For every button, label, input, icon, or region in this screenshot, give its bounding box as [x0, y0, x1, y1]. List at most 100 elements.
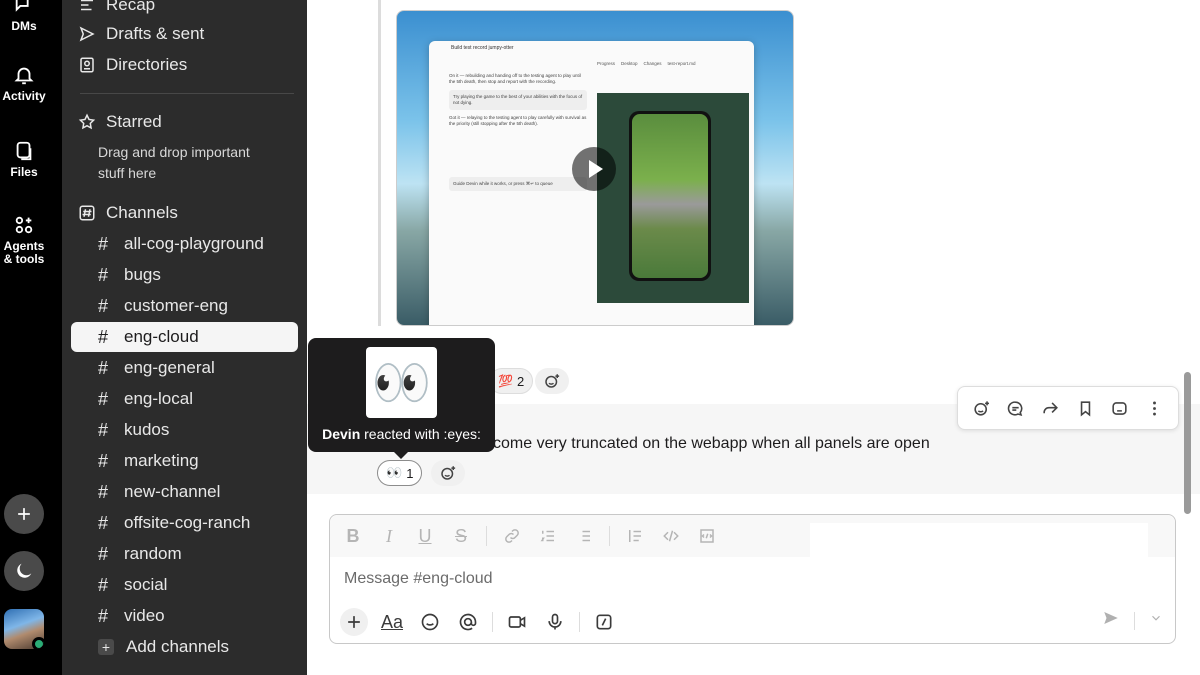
starred-hint: Drag and drop important stuff here — [98, 144, 250, 181]
blockquote-button[interactable] — [624, 525, 646, 547]
tooltip-action: reacted with :eyes: — [360, 426, 481, 442]
message-composer[interactable]: B I U S Message #eng-cloud Aa — [329, 514, 1176, 644]
strikethrough-button[interactable]: S — [450, 525, 472, 547]
format-toggle-button[interactable]: Aa — [378, 608, 406, 636]
save-action[interactable] — [1072, 395, 1098, 421]
link-button[interactable] — [501, 525, 523, 547]
sidebar-item-channel[interactable]: # social — [98, 570, 299, 600]
sidebar-item-channel[interactable]: # random — [98, 539, 299, 569]
channel-name: marketing — [124, 451, 199, 470]
channel-name: eng-general — [124, 358, 215, 377]
sidebar-item-channel[interactable]: # offsite-cog-ranch — [98, 508, 299, 538]
hash-icon: # — [98, 450, 109, 471]
scrollbar[interactable] — [1184, 372, 1191, 514]
sidebar-item-directories[interactable]: Directories — [78, 50, 299, 80]
shortcuts-button[interactable] — [590, 608, 618, 636]
sidebar-item-channel[interactable]: # bugs — [98, 260, 299, 290]
toolbar-separator — [579, 612, 580, 632]
create-new-button[interactable] — [4, 494, 44, 534]
add-emoji-icon — [441, 466, 456, 480]
play-button[interactable] — [572, 147, 616, 191]
sidebar-item-channel[interactable]: # eng-general — [98, 353, 299, 383]
add-reaction-button[interactable] — [535, 368, 569, 394]
italic-button[interactable]: I — [378, 525, 400, 547]
sidebar-item-channel[interactable]: # all-cog-playground — [98, 229, 299, 259]
code-block-icon — [700, 529, 714, 543]
rail-agents[interactable]: Agents & tools — [0, 214, 48, 266]
sidebar-section-channels[interactable]: Channels — [78, 198, 299, 228]
hash-icon: # — [98, 419, 109, 440]
formatting-toolbar: B I U S — [330, 515, 810, 557]
sidebar-item-channel[interactable]: # customer-eng — [98, 291, 299, 321]
send-icon — [1104, 612, 1118, 624]
sidebar-item-channel[interactable]: # marketing — [98, 446, 299, 476]
sidebar-item-label: Directories — [106, 55, 188, 74]
video-text: Got it — relaying to the testing agent t… — [449, 115, 587, 126]
directory-icon — [80, 57, 94, 73]
reaction-hundred[interactable]: 💯 2 — [489, 368, 534, 394]
sidebar-item-channel[interactable]: # video — [98, 601, 299, 631]
thread-icon — [1008, 400, 1023, 416]
message-input[interactable]: Message #eng-cloud — [344, 570, 493, 588]
hash-icon: # — [98, 543, 109, 564]
channel-name: new-channel — [124, 482, 221, 501]
slash-box-icon — [596, 614, 612, 630]
video-tab: Changes — [643, 61, 662, 66]
user-avatar[interactable] — [4, 609, 44, 649]
code-button[interactable] — [660, 525, 682, 547]
forward-action[interactable] — [1038, 395, 1064, 421]
sidebar-item-label: Drafts & sent — [106, 24, 205, 43]
rail-files-label: Files — [10, 165, 38, 179]
video-title: Build test record jumpy-otter — [451, 45, 514, 51]
code-block-button[interactable] — [696, 525, 718, 547]
more-actions[interactable] — [1142, 395, 1168, 421]
sidebar-section-starred[interactable]: Starred — [78, 107, 299, 137]
quote-bar — [378, 0, 381, 326]
add-reaction-button[interactable] — [431, 460, 465, 486]
video-attachment[interactable]: Build test record jumpy-otter Progress D… — [396, 10, 794, 326]
mention-button[interactable] — [454, 608, 482, 636]
video-chat-column: On it — rebuilding and handing off to th… — [449, 59, 587, 196]
reaction-eyes[interactable]: 👀 1 — [377, 460, 423, 486]
underline-button[interactable]: U — [414, 525, 436, 547]
channel-sidebar: Recap Drafts & sent Directories Starred … — [62, 0, 307, 675]
attach-button[interactable] — [340, 608, 368, 636]
tooltip-emoji: 👀 — [366, 347, 437, 418]
hash-icon: # — [98, 264, 109, 285]
hash-icon: # — [98, 388, 109, 409]
channels-icon — [79, 205, 95, 221]
sidebar-item-recap[interactable]: Recap — [78, 0, 299, 20]
ordered-list-button[interactable] — [537, 525, 559, 547]
sidebar-item-channel-active[interactable]: # eng-cloud — [71, 322, 298, 352]
bold-button[interactable]: B — [342, 525, 364, 547]
reply-in-thread-action[interactable] — [1003, 395, 1029, 421]
channel-name: bugs — [124, 265, 161, 284]
audio-clip-button[interactable] — [541, 608, 569, 636]
channel-name: offsite-cog-ranch — [124, 513, 251, 532]
send-button[interactable] — [1102, 609, 1120, 632]
rail-activity[interactable]: Activity — [0, 64, 48, 103]
add-reaction-action[interactable] — [968, 395, 994, 421]
video-tab: Desktop — [621, 61, 638, 66]
sidebar-item-channel[interactable]: # kudos — [98, 415, 299, 445]
bullet-list-button[interactable] — [573, 525, 595, 547]
add-emoji-icon — [545, 374, 560, 388]
channel-name: eng-cloud — [124, 327, 199, 346]
sidebar-item-channel[interactable]: # eng-local — [98, 384, 299, 414]
send-controls — [1102, 609, 1163, 632]
video-clip-button[interactable] — [503, 608, 531, 636]
tooltip-user: Devin — [322, 426, 361, 442]
emoji-button[interactable] — [416, 608, 444, 636]
hash-icon: # — [98, 605, 109, 626]
formatting-toolbar-extension — [810, 515, 1175, 557]
agent-action[interactable] — [1107, 395, 1133, 421]
add-channels-button[interactable]: + Add channels — [98, 632, 299, 662]
schedule-dropdown[interactable] — [1149, 611, 1163, 630]
dms-icon — [15, 0, 29, 12]
sidebar-item-channel[interactable]: # new-channel — [98, 477, 299, 507]
sidebar-item-drafts[interactable]: Drafts & sent — [78, 19, 299, 49]
rail-files[interactable]: Files — [0, 140, 48, 179]
theme-toggle-button[interactable] — [4, 551, 44, 591]
eyes-emoji: 👀 — [386, 465, 403, 480]
rail-dms[interactable]: DMs — [0, 0, 48, 33]
